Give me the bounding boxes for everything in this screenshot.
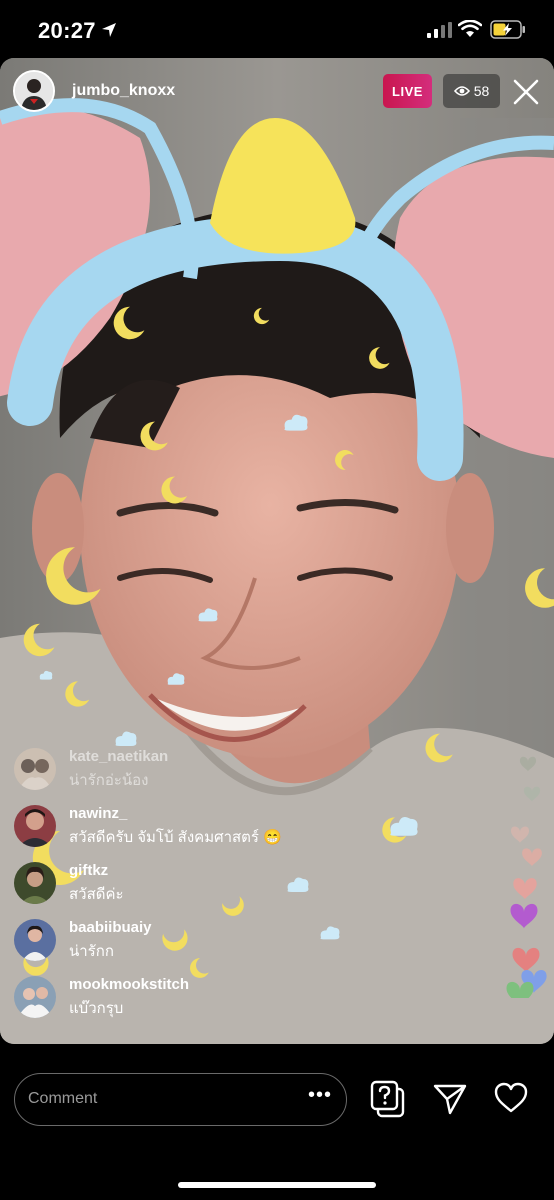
comment-text: น่ารักอ่ะน้อง xyxy=(69,772,149,789)
host-avatar[interactable] xyxy=(13,70,55,112)
commenter-avatar xyxy=(14,862,56,904)
heart-icon[interactable] xyxy=(494,1082,528,1114)
more-options-button[interactable]: ••• xyxy=(308,1084,332,1107)
commenter-avatar xyxy=(14,805,56,847)
commenter-avatar xyxy=(14,919,56,961)
live-video[interactable]: jumbo_knoxx LIVE 58 kate_naetikan น่ารัก… xyxy=(0,58,554,1044)
battery-charging-icon xyxy=(490,20,525,39)
floating-hearts xyxy=(506,756,547,998)
question-card-icon[interactable] xyxy=(369,1080,405,1118)
comment-item[interactable]: giftkz สวัสดีค่ะ xyxy=(14,860,344,917)
comment-placeholder: Comment xyxy=(28,1090,98,1107)
location-arrow-icon xyxy=(102,23,116,37)
comment-username: baabiibuaiy xyxy=(69,919,152,936)
comment-input[interactable]: Comment ••• xyxy=(14,1073,347,1126)
comment-username: mookmookstitch xyxy=(69,976,190,993)
comment-item[interactable]: mookmookstitch แบ๊วกรุบ xyxy=(14,974,344,1031)
comment-username: kate_naetikan xyxy=(69,748,169,765)
comment-feed[interactable]: kate_naetikan น่ารักอ่ะน้อง nawinz_ สวัส… xyxy=(14,746,344,1031)
close-icon[interactable] xyxy=(513,79,539,105)
status-bar: 20:27 xyxy=(0,0,554,58)
commenter-avatar xyxy=(14,748,56,790)
comment-username: giftkz xyxy=(69,862,109,879)
cellular-signal-icon xyxy=(427,22,452,38)
comment-text: น่ารักก xyxy=(69,943,114,960)
host-avatar-image xyxy=(15,72,53,110)
comment-username: nawinz_ xyxy=(69,805,128,822)
comment-item[interactable]: kate_naetikan น่ารักอ่ะน้อง xyxy=(14,746,344,803)
comment-item[interactable]: nawinz_ สวัสดีครับ จัมโบ้ สังคมศาสตร์ 😁 xyxy=(14,803,344,860)
paper-plane-icon[interactable] xyxy=(433,1082,467,1116)
commenter-avatar xyxy=(14,976,56,1018)
live-badge: LIVE xyxy=(383,74,432,108)
comment-text: แบ๊วกรุบ xyxy=(69,1000,124,1017)
host-username[interactable]: jumbo_knoxx xyxy=(72,82,175,100)
comment-item[interactable]: baabiibuaiy น่ารักก xyxy=(14,917,344,974)
comment-text: สวัสดีค่ะ xyxy=(69,886,124,903)
home-indicator[interactable] xyxy=(178,1182,376,1188)
viewer-count-badge[interactable]: 58 xyxy=(443,74,500,108)
wifi-icon xyxy=(458,20,482,37)
viewer-count: 58 xyxy=(473,83,490,99)
comment-text: สวัสดีครับ จัมโบ้ สังคมศาสตร์ 😁 xyxy=(69,829,282,846)
eye-icon xyxy=(453,86,470,96)
status-time: 20:27 xyxy=(38,18,96,43)
